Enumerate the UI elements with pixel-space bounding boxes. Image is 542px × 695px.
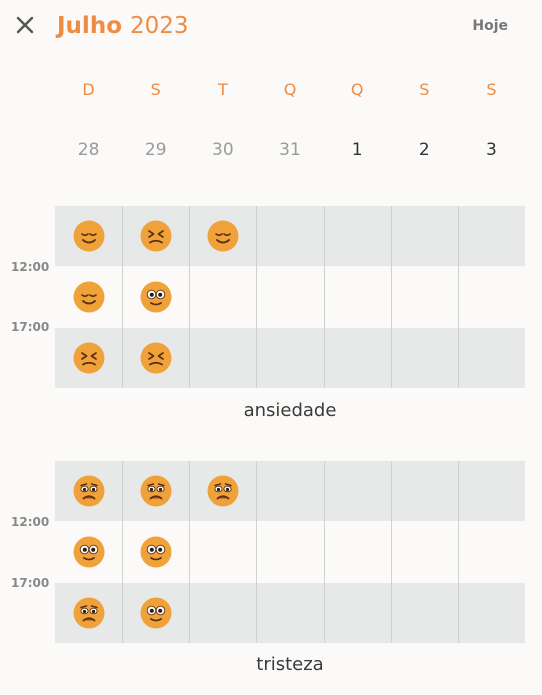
day-number-row: 28 29 30 31 1 2 3 xyxy=(55,140,525,160)
mood-cell[interactable] xyxy=(458,328,525,388)
content-face-icon xyxy=(207,220,239,252)
mood-cell[interactable] xyxy=(324,522,391,582)
mood-cell[interactable] xyxy=(458,461,525,521)
mood-cell[interactable] xyxy=(324,267,391,327)
mood-cell[interactable] xyxy=(391,328,458,388)
day-number[interactable]: 30 xyxy=(189,140,256,160)
mood-cell[interactable] xyxy=(391,583,458,643)
sad-face-icon xyxy=(73,597,105,629)
mood-cell[interactable] xyxy=(256,328,323,388)
wide-eyed-face-icon xyxy=(140,597,172,629)
mood-cell[interactable] xyxy=(256,461,323,521)
mood-cell[interactable] xyxy=(189,583,256,643)
mood-cell[interactable] xyxy=(458,206,525,266)
day-number[interactable]: 3 xyxy=(458,140,525,160)
day-number[interactable]: 29 xyxy=(122,140,189,160)
mood-cell[interactable] xyxy=(256,206,323,266)
mood-cell[interactable] xyxy=(324,583,391,643)
mood-cell[interactable] xyxy=(55,267,122,327)
mood-caption: tristeza xyxy=(256,654,324,675)
month-label: Julho xyxy=(57,13,122,39)
mood-cell[interactable] xyxy=(458,267,525,327)
wide-eyed-face-icon xyxy=(140,281,172,313)
mood-cell[interactable] xyxy=(189,328,256,388)
mood-cell[interactable] xyxy=(55,461,122,521)
mood-cell[interactable] xyxy=(458,583,525,643)
weekday-label: S xyxy=(486,80,497,99)
mood-cell[interactable] xyxy=(189,522,256,582)
mood-cell[interactable] xyxy=(324,461,391,521)
sad-face-icon xyxy=(73,475,105,507)
sad-face-icon xyxy=(207,475,239,507)
mood-cell[interactable] xyxy=(55,522,122,582)
mood-cell[interactable] xyxy=(189,461,256,521)
month-year-title[interactable]: Julho 2023 xyxy=(57,12,189,40)
time-label: 12:00 xyxy=(11,515,50,529)
mood-cell[interactable] xyxy=(391,522,458,582)
mood-cell[interactable] xyxy=(122,328,189,388)
time-label: 17:00 xyxy=(11,320,50,334)
day-number[interactable]: 1 xyxy=(324,140,391,160)
mood-cell[interactable] xyxy=(324,328,391,388)
mood-cell[interactable] xyxy=(256,267,323,327)
squint-face-icon xyxy=(73,342,105,374)
day-number[interactable]: 28 xyxy=(55,140,122,160)
mood-grid-tristeza xyxy=(55,461,525,643)
day-number[interactable]: 31 xyxy=(256,140,323,160)
mood-cell[interactable] xyxy=(55,206,122,266)
weekday-label: T xyxy=(217,80,228,99)
day-number[interactable]: 2 xyxy=(391,140,458,160)
mood-cell[interactable] xyxy=(55,328,122,388)
time-label: 17:00 xyxy=(11,576,50,590)
mood-cell[interactable] xyxy=(122,206,189,266)
close-icon xyxy=(16,16,34,34)
weekday-label: S xyxy=(419,80,430,99)
mood-cell[interactable] xyxy=(122,461,189,521)
wide-eyed-face-icon xyxy=(73,536,105,568)
mood-cell[interactable] xyxy=(122,583,189,643)
year-label: 2023 xyxy=(130,13,189,39)
squint-face-icon xyxy=(140,220,172,252)
close-button[interactable] xyxy=(13,13,37,37)
weekday-header: D S T Q Q S S xyxy=(55,80,525,99)
today-button[interactable]: Hoje xyxy=(472,18,508,34)
mood-cell[interactable] xyxy=(391,267,458,327)
mood-cell[interactable] xyxy=(122,267,189,327)
mood-cell[interactable] xyxy=(324,206,391,266)
weekday-label: Q xyxy=(283,80,297,99)
mood-cell[interactable] xyxy=(55,583,122,643)
weekday-label: D xyxy=(82,80,95,99)
squint-face-icon xyxy=(140,342,172,374)
weekday-label: Q xyxy=(350,80,364,99)
weekday-label: S xyxy=(150,80,161,99)
mood-cell[interactable] xyxy=(256,522,323,582)
mood-cell[interactable] xyxy=(391,461,458,521)
wide-eyed-face-icon xyxy=(140,536,172,568)
calendar-header: Julho 2023 Hoje xyxy=(0,0,542,56)
mood-cell[interactable] xyxy=(122,522,189,582)
mood-cell[interactable] xyxy=(189,206,256,266)
mood-grid-ansiedade xyxy=(55,206,525,388)
content-face-icon xyxy=(73,281,105,313)
mood-caption: ansiedade xyxy=(243,400,337,421)
mood-cell[interactable] xyxy=(458,522,525,582)
content-face-icon xyxy=(73,220,105,252)
mood-cell[interactable] xyxy=(189,267,256,327)
mood-cell[interactable] xyxy=(391,206,458,266)
time-label: 12:00 xyxy=(11,260,50,274)
sad-face-icon xyxy=(140,475,172,507)
mood-cell[interactable] xyxy=(256,583,323,643)
